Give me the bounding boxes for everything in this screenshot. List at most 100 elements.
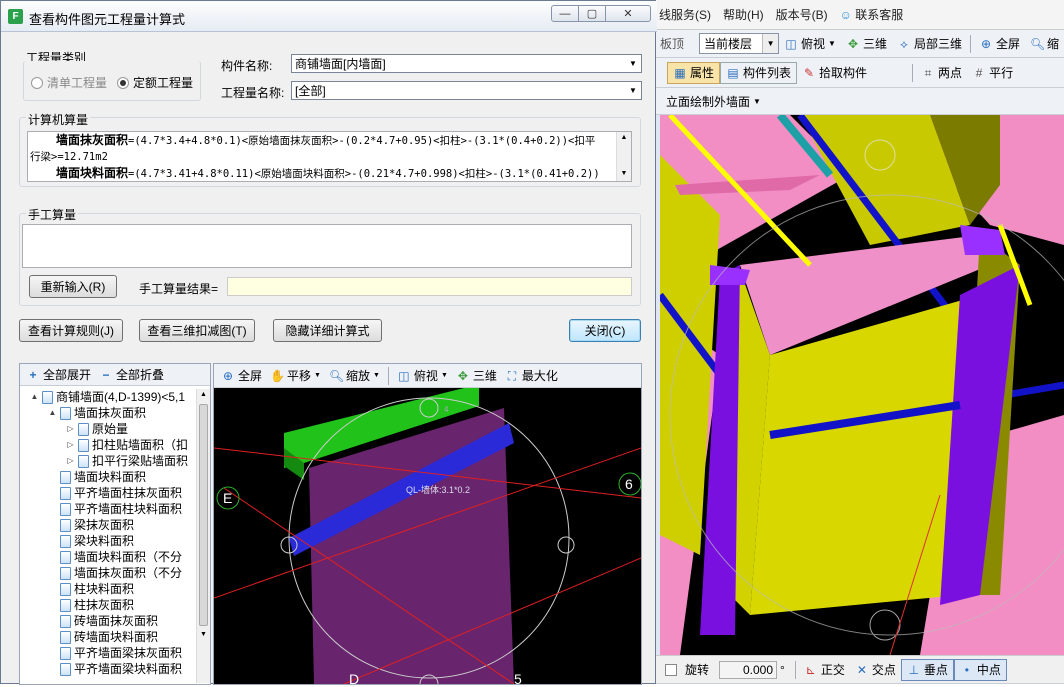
view-rules-button[interactable]: 查看计算规则(J) [19, 319, 123, 342]
vp-3d-button[interactable]: ✥ 三维 [453, 365, 500, 387]
ortho-button[interactable]: ⊾ 正交 [799, 659, 850, 681]
reenter-button[interactable]: 重新输入(R) [29, 275, 117, 298]
expand-all-button[interactable]: + 全部展开 [24, 364, 93, 386]
document-icon [60, 534, 71, 548]
floor-select-value: 当前楼层 [704, 37, 753, 51]
properties-button[interactable]: ▦ 属性 [667, 61, 721, 84]
view-3d-deduction-button[interactable]: 查看三维扣减图(T) [139, 319, 255, 342]
tree-item[interactable]: ▷ 扣平行梁贴墙面积 [30, 453, 196, 469]
two-point-icon: ⌗ [924, 65, 932, 80]
tree-item[interactable]: 柱抹灰面积 [30, 597, 196, 613]
vp-top-view-button[interactable]: ◫ 俯视 ▼ [394, 365, 451, 387]
tree-item[interactable]: ▲ 墙面抹灰面积 [30, 405, 196, 421]
document-icon [60, 486, 71, 500]
menu-help[interactable]: 帮助(H) [723, 6, 764, 23]
tree-item[interactable]: 平齐墙面柱块料面积 [30, 501, 196, 517]
document-icon [60, 406, 71, 420]
tree-item[interactable]: 梁抹灰面积 [30, 517, 196, 533]
perpendicular-button[interactable]: ⊥ 垂点 [900, 658, 954, 681]
expander-icon[interactable]: ▷ [66, 453, 75, 469]
vp-maximize-label: 最大化 [521, 369, 558, 383]
vp-zoom-button[interactable]: 🔍︎ 缩放 ▼ [326, 365, 383, 387]
manual-formula-input[interactable] [22, 224, 632, 268]
tree-item[interactable]: 墙面块料面积（不分 [30, 549, 196, 565]
close-window-button[interactable]: ✕ [605, 5, 651, 22]
3d-view-button[interactable]: ✥ 三维 [841, 33, 892, 55]
tree-toolbar: + 全部展开 − 全部折叠 [20, 364, 210, 386]
tree-item[interactable]: 柱块料面积 [30, 581, 196, 597]
ortho-label: 正交 [820, 663, 845, 677]
two-point-label: 两点 [938, 66, 963, 80]
intersect-button[interactable]: ✕ 交点 [850, 659, 901, 681]
toolbar-separator [794, 660, 796, 679]
vp-pan-button[interactable]: ✋ 平移 ▼ [267, 365, 324, 387]
angle-input[interactable]: 0.000 [719, 660, 778, 679]
component-list-button[interactable]: ▤ 构件列表 [720, 61, 798, 84]
collapse-all-button[interactable]: − 全部折叠 [97, 364, 166, 386]
midpoint-button[interactable]: • 中点 [953, 658, 1007, 681]
axis-5-label: 5 [514, 671, 522, 684]
vp-maximize-button[interactable]: ⛶ 最大化 [502, 365, 561, 387]
tab-slab-top[interactable]: 板顶 [655, 33, 689, 55]
maximize-button[interactable]: ▢ [578, 5, 606, 22]
scroll-thumb[interactable] [199, 404, 208, 626]
pick-component-button[interactable]: ✎ 拾取构件 [797, 62, 872, 84]
zoom-extents-icon: ⊕ [222, 368, 234, 383]
component-name-select[interactable]: 商铺墙面[内墙面] ▼ [291, 54, 642, 73]
menu-version[interactable]: 版本号(B) [776, 6, 828, 23]
minus-icon: − [102, 367, 110, 382]
tree-item[interactable]: 平齐墙面梁块料面积 [30, 661, 196, 677]
menu-bar: 线服务(S) 帮助(H) 版本号(B) ☺ 联系客服 [655, 0, 1064, 30]
manual-calc-label: 手工算量 [26, 206, 79, 223]
document-icon [60, 582, 71, 596]
radio-quota-qty[interactable]: 定额工程量 [117, 74, 193, 91]
tree-item[interactable]: 砖墙面块料面积 [30, 629, 196, 645]
tree-scrollbar[interactable]: ▲ ▼ [196, 389, 210, 683]
top-view-label: 俯视 [801, 37, 826, 51]
close-icon: ✕ [623, 8, 633, 20]
tree-item[interactable]: ▷ 扣柱贴墙面积（扣 [30, 437, 196, 453]
minimize-button[interactable]: — [551, 5, 579, 22]
zoom-icon: 🔍︎ [1029, 36, 1046, 51]
menu-contact[interactable]: ☺ 联系客服 [840, 6, 904, 23]
vp-fullscreen-button[interactable]: ⊕ 全屏 [218, 365, 265, 387]
tree-item[interactable]: ▷ 原始量 [30, 421, 196, 437]
qty-name-label: 工程量名称: [221, 86, 285, 100]
local-3d-button[interactable]: ⟡ 局部三维 [892, 33, 967, 55]
parallel-button[interactable]: # 平行 [967, 62, 1018, 84]
dropdown-arrow-icon: ▼ [753, 96, 761, 106]
vp-top-view-label: 俯视 [413, 369, 438, 383]
tree-item[interactable]: 墙面块料面积 [30, 469, 196, 485]
tree-item[interactable]: ▲ 商铺墙面(4,D-1399)<5,1 [30, 389, 196, 405]
deduction-3d-canvas[interactable]: E 6 D 5 QL-墙体:3.1*0.2 4 [213, 388, 642, 687]
floor-select[interactable]: 当前楼层 ▼ [699, 33, 780, 54]
calc-formula-box[interactable]: 墙面抹灰面积=(4.7*3.4+4.8*0.1)<原始墙面抹灰面积>-(0.2*… [27, 131, 632, 182]
two-point-button[interactable]: ⌗ 两点 [916, 62, 967, 84]
expander-icon[interactable]: ▲ [30, 389, 39, 405]
expander-icon[interactable]: ▷ [66, 421, 75, 437]
status-bar: 旋转 0.000 ° ⊾ 正交 ✕ 交点 ⊥ 垂点 • 中点 [655, 655, 1064, 684]
radio-list-qty[interactable]: 清单工程量 [31, 74, 107, 91]
top-view-button[interactable]: ◫ 俯视 ▼ [779, 33, 841, 55]
fullscreen-button[interactable]: ⊕ 全屏 [974, 33, 1025, 55]
component-name-value: 商铺墙面[内墙面] [295, 57, 386, 71]
elevation-draw-button[interactable]: 立面绘制外墙面 ▼ [661, 90, 766, 112]
tree-item[interactable]: 梁块料面积 [30, 533, 196, 549]
tree-item[interactable]: 墙面抹灰面积（不分 [30, 565, 196, 581]
tree-item[interactable]: 平齐墙面柱抹灰面积 [30, 485, 196, 501]
qty-name-value: [全部] [295, 84, 326, 98]
close-button[interactable]: 关闭(C) [569, 319, 641, 342]
expander-icon[interactable]: ▲ [48, 405, 57, 421]
calc-scrollbar[interactable]: ▲ ▼ [616, 132, 631, 181]
menu-online-service[interactable]: 线服务(S) [659, 6, 711, 23]
main-3d-viewport[interactable] [660, 115, 1064, 655]
zoom-button[interactable]: 🔍︎ 缩 [1025, 33, 1064, 55]
hide-detail-button[interactable]: 隐藏详细计算式 [273, 319, 382, 342]
tree-item[interactable]: 砖墙面抹灰面积 [30, 613, 196, 629]
fullscreen-label: 全屏 [995, 37, 1020, 51]
qty-name-select[interactable]: [全部] ▼ [291, 81, 642, 100]
rotate-checkbox[interactable] [665, 663, 677, 676]
expander-icon[interactable]: ▷ [66, 437, 75, 453]
document-icon [60, 470, 71, 484]
tree-item[interactable]: 平齐墙面梁抹灰面积 [30, 645, 196, 661]
